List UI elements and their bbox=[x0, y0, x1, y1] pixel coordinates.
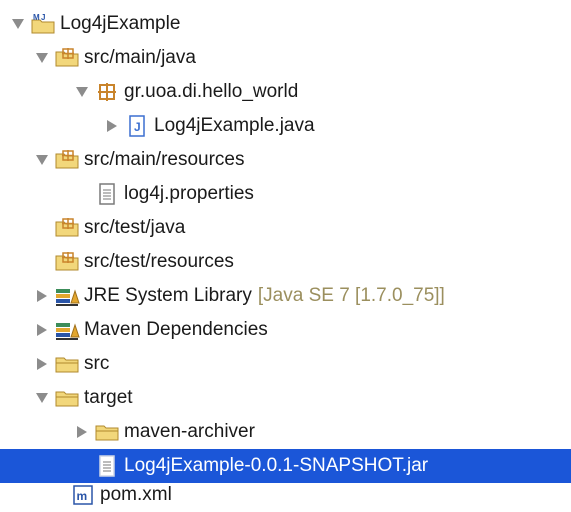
expand-toggle-closed-icon[interactable] bbox=[74, 424, 90, 440]
tree-item-src-test-java[interactable]: src/test/java bbox=[0, 211, 571, 245]
source-folder-icon bbox=[54, 250, 80, 274]
tree-item-label: src/main/java bbox=[84, 47, 196, 68]
tree-item-label: JRE System Library bbox=[84, 285, 252, 306]
java-file-icon: J bbox=[124, 114, 150, 138]
svg-text:M: M bbox=[33, 13, 40, 22]
expand-toggle-open-icon[interactable] bbox=[34, 50, 50, 66]
expand-toggle-open-icon[interactable] bbox=[34, 390, 50, 406]
tree-item-target[interactable]: target bbox=[0, 381, 571, 415]
folder-icon bbox=[94, 420, 120, 444]
library-icon bbox=[54, 284, 80, 308]
tree-item-label: Log4jExample.java bbox=[154, 115, 315, 136]
tree-item-label: Log4jExample bbox=[60, 13, 181, 34]
text-file-icon bbox=[94, 182, 120, 206]
expand-toggle-open-icon[interactable] bbox=[74, 84, 90, 100]
tree-item-log4j-properties[interactable]: log4j.properties bbox=[0, 177, 571, 211]
tree-item-pom-xml[interactable]: m pom.xml bbox=[0, 478, 571, 512]
expand-toggle-open-icon[interactable] bbox=[10, 16, 26, 32]
expand-toggle-closed-icon[interactable] bbox=[34, 322, 50, 338]
package-icon bbox=[94, 80, 120, 104]
library-icon bbox=[54, 318, 80, 342]
folder-icon bbox=[54, 352, 80, 376]
svg-text:J: J bbox=[134, 120, 141, 134]
tree-item-package[interactable]: gr.uoa.di.hello_world bbox=[0, 75, 571, 109]
tree-item-label: src bbox=[84, 353, 110, 374]
expand-toggle-open-icon[interactable] bbox=[34, 152, 50, 168]
tree-item-label: pom.xml bbox=[100, 484, 172, 505]
tree-item-maven-archiver[interactable]: maven-archiver bbox=[0, 415, 571, 449]
tree-item-label: gr.uoa.di.hello_world bbox=[124, 81, 299, 102]
tree-item-label: maven-archiver bbox=[124, 421, 255, 442]
tree-item-label: log4j.properties bbox=[124, 183, 254, 204]
tree-item-label: src/test/resources bbox=[84, 251, 234, 272]
tree-item-label: Maven Dependencies bbox=[84, 319, 268, 340]
svg-text:J: J bbox=[41, 13, 45, 22]
expand-toggle-closed-icon[interactable] bbox=[34, 288, 50, 304]
folder-icon bbox=[54, 386, 80, 410]
tree-item-decoration: [Java SE 7 [1.7.0_75]] bbox=[257, 285, 445, 306]
expand-toggle-closed-icon[interactable] bbox=[34, 356, 50, 372]
tree-item-jre-system-library[interactable]: JRE System Library [Java SE 7 [1.7.0_75]… bbox=[0, 279, 571, 313]
source-folder-icon bbox=[54, 148, 80, 172]
source-folder-icon bbox=[54, 46, 80, 70]
tree-item-log4jexample-java[interactable]: J Log4jExample.java bbox=[0, 109, 571, 143]
tree-item-maven-dependencies[interactable]: Maven Dependencies bbox=[0, 313, 571, 347]
expand-toggle-closed-icon[interactable] bbox=[104, 118, 120, 134]
tree-item-label: target bbox=[84, 387, 133, 408]
package-explorer-tree: M J Log4jExample src/main/java gr.uoa.di… bbox=[0, 0, 571, 512]
tree-item-log4jexample-project[interactable]: M J Log4jExample bbox=[0, 7, 571, 41]
tree-item-src-main-java[interactable]: src/main/java bbox=[0, 41, 571, 75]
tree-item-src[interactable]: src bbox=[0, 347, 571, 381]
source-folder-icon bbox=[54, 216, 80, 240]
maven-pom-icon: m bbox=[70, 483, 96, 507]
tree-item-label: src/main/resources bbox=[84, 149, 245, 170]
jar-file-icon bbox=[94, 454, 120, 478]
svg-text:m: m bbox=[77, 489, 88, 503]
tree-item-src-main-resources[interactable]: src/main/resources bbox=[0, 143, 571, 177]
tree-item-label: src/test/java bbox=[84, 217, 186, 238]
tree-item-src-test-resources[interactable]: src/test/resources bbox=[0, 245, 571, 279]
java-project-icon: M J bbox=[30, 12, 56, 36]
